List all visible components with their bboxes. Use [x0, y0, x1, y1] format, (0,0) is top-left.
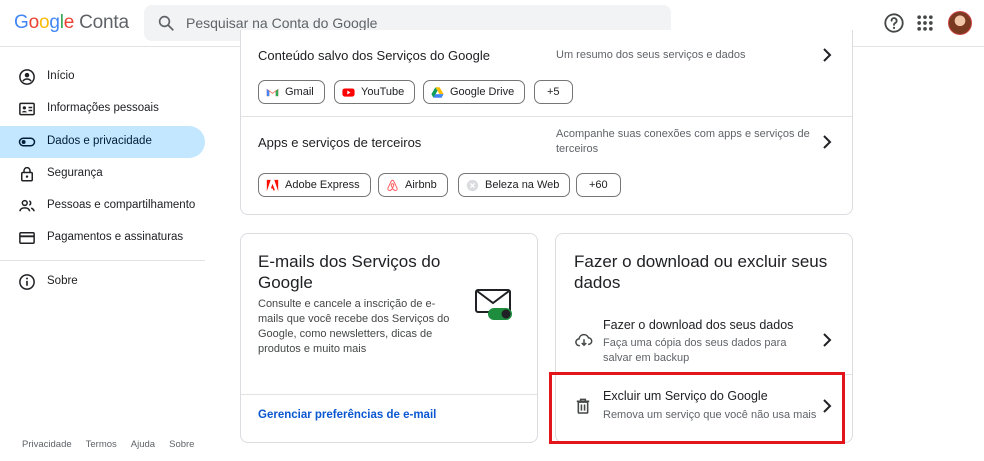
third-party-description: Acompanhe suas conexões com apps e servi… — [556, 128, 810, 155]
chip-beleza-na-web[interactable]: Beleza na Web — [458, 173, 571, 197]
youtube-icon — [342, 88, 355, 97]
sidebar-item-label: Informações pessoais — [47, 102, 159, 114]
footer-link-terms[interactable]: Termos — [86, 439, 117, 450]
sidebar-item-label: Pessoas e compartilhamento — [47, 199, 196, 211]
saved-content-description: Um resumo dos seus serviços e dados — [556, 49, 746, 61]
apps-grid-icon[interactable] — [915, 13, 935, 33]
emails-card-title: E-mails dos Serviços do Google — [258, 252, 441, 292]
saved-content-row[interactable]: Conteúdo salvo dos Serviços do Google Um… — [241, 30, 852, 116]
download-data-row[interactable]: Fazer o download dos seus dados Faça uma… — [556, 310, 852, 370]
credit-card-icon — [19, 232, 35, 244]
drive-icon — [431, 87, 444, 98]
sidebar-item-label: Dados e privacidade — [47, 135, 152, 147]
avatar[interactable] — [948, 11, 972, 35]
chip-label: +5 — [547, 86, 560, 98]
chip-label: YouTube — [361, 86, 405, 98]
chip-more-services[interactable]: +5 — [534, 80, 573, 104]
footer-link-privacy[interactable]: Privacidade — [22, 439, 72, 450]
card-divider — [241, 394, 537, 395]
info-icon — [19, 274, 35, 290]
adobe-icon — [266, 179, 279, 192]
sidebar-item-people-sharing[interactable]: Pessoas e compartilhamento — [0, 190, 205, 222]
chip-label: Adobe Express — [285, 179, 360, 191]
toggle-icon — [18, 137, 36, 147]
chip-label: Gmail — [285, 86, 314, 98]
manage-email-preferences-link[interactable]: Gerenciar preferências de e-mail — [258, 409, 436, 421]
sidebar-item-data-privacy[interactable]: Dados e privacidade — [0, 126, 205, 158]
chip-google-drive[interactable]: Google Drive — [423, 80, 526, 104]
emails-card-body: Consulte e cancele a inscrição de e-mail… — [258, 298, 450, 355]
sidebar-item-security[interactable]: Segurança — [0, 158, 205, 190]
sidebar-divider — [0, 260, 205, 261]
emails-card: E-mails dos Serviços do Google Consulte … — [240, 233, 538, 443]
email-toggle-icon — [475, 289, 512, 320]
sidebar-item-label: Início — [47, 70, 75, 82]
chevron-right-icon — [823, 48, 832, 62]
chip-label: Google Drive — [450, 86, 515, 98]
chip-label: Airbnb — [405, 179, 437, 191]
logo-word: Google — [14, 12, 75, 33]
google-account-logo[interactable]: Google Conta — [14, 12, 129, 34]
services-data-card: Conteúdo salvo dos Serviços do Google Um… — [240, 30, 853, 215]
chip-more-apps[interactable]: +60 — [576, 173, 621, 197]
saved-content-title: Conteúdo salvo dos Serviços do Google — [258, 48, 490, 63]
logo-suffix: Conta — [79, 12, 129, 33]
download-data-description: Faça uma cópia dos seus dados para salva… — [603, 337, 787, 364]
third-party-title: Apps e serviços de terceiros — [258, 135, 422, 150]
cloud-download-icon — [575, 333, 593, 347]
airbnb-icon — [387, 179, 398, 192]
lock-icon — [21, 166, 33, 182]
gmail-icon — [266, 88, 279, 97]
sidebar: Início Informações pessoais Dados e priv… — [0, 48, 220, 461]
sidebar-item-label: Pagamentos e assinaturas — [47, 231, 184, 243]
chevron-right-icon — [823, 333, 832, 347]
chip-adobe-express[interactable]: Adobe Express — [258, 173, 371, 197]
chip-label: Beleza na Web — [485, 179, 560, 191]
sidebar-item-about[interactable]: Sobre — [0, 266, 205, 298]
footer-link-about[interactable]: Sobre — [169, 439, 194, 450]
chip-youtube[interactable]: YouTube — [334, 80, 416, 104]
sidebar-item-label: Sobre — [47, 275, 78, 287]
account-circle-icon — [19, 69, 35, 85]
chevron-right-icon — [823, 135, 832, 149]
download-data-title: Fazer o download dos seus dados — [603, 318, 794, 332]
sidebar-item-inicio[interactable]: Início — [0, 61, 205, 93]
third-party-row[interactable]: Apps e serviços de terceiros Acompanhe s… — [241, 117, 852, 213]
people-icon — [19, 199, 35, 212]
search-icon — [158, 15, 174, 31]
chip-airbnb[interactable]: Airbnb — [378, 173, 448, 197]
sidebar-item-label: Segurança — [47, 167, 103, 179]
chip-label: +60 — [589, 179, 608, 191]
help-icon[interactable] — [883, 12, 905, 34]
chip-gmail[interactable]: Gmail — [258, 80, 325, 104]
sidebar-item-personal-info[interactable]: Informações pessoais — [0, 93, 205, 125]
highlight-box — [549, 372, 845, 444]
sidebar-item-payments[interactable]: Pagamentos e assinaturas — [0, 222, 205, 254]
id-card-icon — [19, 102, 35, 116]
download-delete-card-title: Fazer o download ou excluir seus dados — [574, 252, 828, 292]
footer-links: Privacidade Termos Ajuda Sobre — [22, 439, 208, 450]
footer-link-help[interactable]: Ajuda — [131, 439, 155, 450]
generic-app-icon — [466, 179, 479, 192]
